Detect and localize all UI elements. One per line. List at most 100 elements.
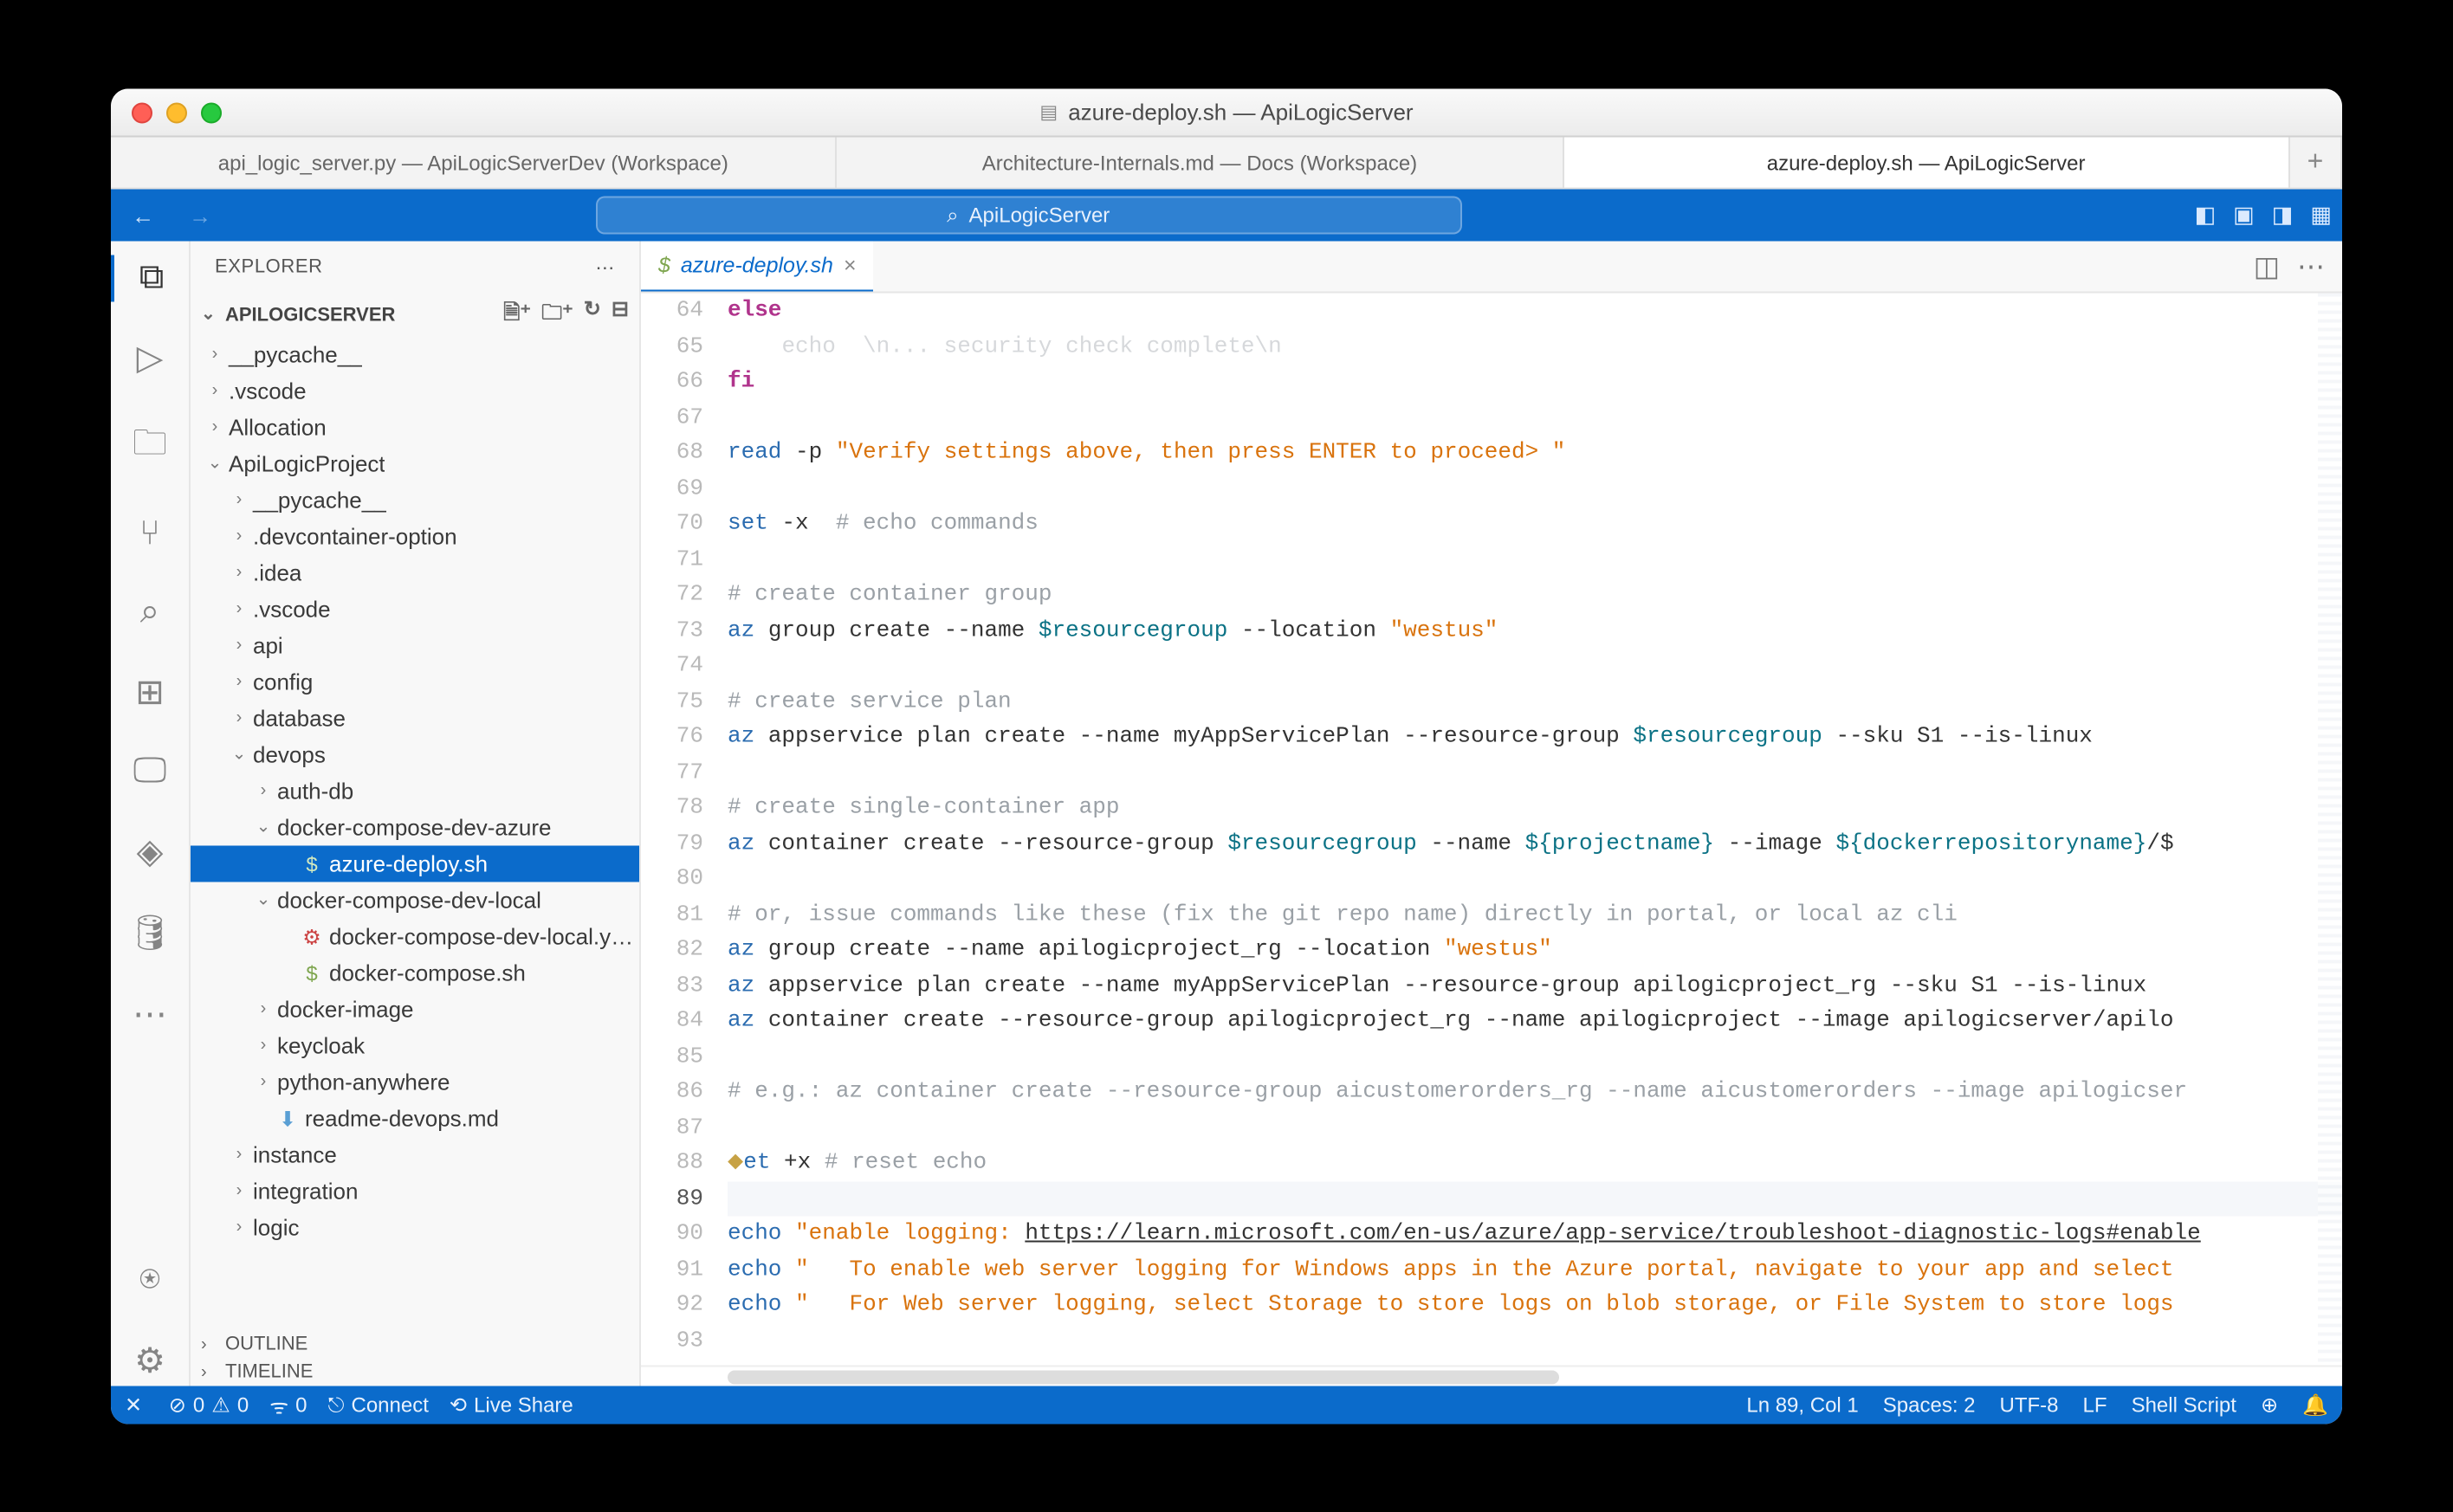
cursor-position[interactable]: Ln 89, Col 1 [1746, 1392, 1858, 1417]
file-tree[interactable]: ›__pycache__›.vscode›Allocation⌄ApiLogic… [191, 336, 639, 1330]
refresh-icon[interactable]: ↻ [584, 296, 601, 333]
sidebar-more-icon[interactable]: ⋯ [595, 255, 615, 278]
workbench: ⧉ ▷ 🗀 ⑂ ⌕ ⊞ 🖵 ◈ 🛢 ⋯ ⍟ ⚙ EXPLORER ⋯ ⌄ API… [111, 241, 2342, 1386]
layout-controls: ◧ ▣ ◨ ▦ [2195, 201, 2332, 229]
tree-item[interactable]: ›api [191, 627, 639, 663]
window-tab-2[interactable]: azure-deploy.sh — ApiLogicServer [1563, 137, 2290, 187]
toggle-secondary-sidebar-icon[interactable]: ◨ [2272, 201, 2294, 229]
connect-button[interactable]: ⎋ Connect [328, 1392, 429, 1418]
remote-indicator[interactable]: ✕ [125, 1392, 148, 1417]
window-title: ▤ azure-deploy.sh — ApiLogicServer [1039, 99, 1413, 125]
window-tab-1[interactable]: Architecture-Internals.md — Docs (Worksp… [838, 137, 1564, 187]
tree-item[interactable]: ⌄ApiLogicProject [191, 445, 639, 481]
encoding[interactable]: UTF-8 [2000, 1392, 2059, 1417]
nav-back[interactable]: ← [121, 202, 165, 228]
database-icon[interactable]: 🛢 [111, 908, 189, 958]
problems-indicator[interactable]: ⊘ 0 ⚠ 0 [169, 1392, 249, 1417]
tree-item[interactable]: $docker-compose.sh [191, 954, 639, 991]
close-window[interactable] [132, 101, 152, 122]
tree-item-label: .idea [249, 559, 301, 585]
tree-item-label: .vscode [249, 596, 331, 622]
window-tabs: api_logic_server.py — ApiLogicServerDev … [111, 137, 2342, 189]
titlebar: ▤ azure-deploy.sh — ApiLogicServer [111, 88, 2342, 137]
tree-item[interactable]: ›database [191, 700, 639, 736]
code-lines[interactable]: else echo \n... security check complete\… [728, 293, 2342, 1365]
tree-item[interactable]: ›.vscode [191, 591, 639, 627]
tree-item[interactable]: ›__pycache__ [191, 481, 639, 518]
extensions-icon[interactable]: ⊞ [111, 667, 189, 717]
feedback-icon[interactable]: ⊕ [2261, 1392, 2278, 1417]
eol[interactable]: LF [2083, 1392, 2107, 1417]
tree-item[interactable]: ›docker-image [191, 991, 639, 1027]
customize-layout-icon[interactable]: ▦ [2310, 201, 2332, 229]
notifications-icon[interactable]: 🔔 [2302, 1392, 2328, 1417]
split-editor-icon[interactable]: ◫ [2254, 249, 2280, 283]
timeline-section[interactable]: ›TIMELINE [191, 1358, 639, 1386]
new-folder-icon[interactable]: 🗀⁺ [541, 296, 573, 333]
remote-explorer-icon[interactable]: 🖵 [111, 748, 189, 795]
tree-item[interactable]: ⌄docker-compose-dev-local [191, 882, 639, 918]
tree-item[interactable]: ⬇readme-devops.md [191, 1100, 639, 1136]
close-tab-icon[interactable]: × [844, 253, 857, 277]
scrollbar-thumb[interactable] [728, 1370, 1559, 1384]
liveshare-button[interactable]: ⟲ Live Share [450, 1392, 573, 1417]
chevron-icon: › [229, 1218, 249, 1237]
tree-item[interactable]: ›config [191, 663, 639, 700]
nav-forward[interactable]: → [178, 202, 222, 228]
chevron-icon: › [229, 708, 249, 727]
project-section-header[interactable]: ⌄ APILOGICSERVER 🗎⁺ 🗀⁺ ↻ ⊟ [191, 293, 639, 336]
line-gutter: 6465666768697071727374757677787980818283… [641, 293, 728, 1365]
minimap[interactable] [2318, 293, 2342, 1365]
new-window-tab[interactable]: + [2290, 137, 2342, 187]
code-editor[interactable]: 6465666768697071727374757677787980818283… [641, 293, 2342, 1365]
tree-item[interactable]: ›integration [191, 1173, 639, 1209]
tree-item-label: docker-compose-dev-azure [274, 814, 551, 840]
run-debug-icon[interactable]: ▷ [111, 333, 189, 383]
tree-item[interactable]: ›logic [191, 1209, 639, 1245]
editor-more-icon[interactable]: ⋯ [2297, 249, 2325, 283]
tree-item-label: docker-compose-dev-local [274, 887, 541, 913]
tree-item[interactable]: ›auth-db [191, 772, 639, 809]
toggle-primary-sidebar-icon[interactable]: ◧ [2195, 201, 2217, 229]
tree-item[interactable]: ›keycloak [191, 1027, 639, 1063]
minimize-window[interactable] [166, 101, 187, 122]
tree-item-selected[interactable]: $azure-deploy.sh [191, 845, 639, 882]
horizontal-scrollbar[interactable] [641, 1365, 2342, 1386]
ports-indicator[interactable]: ᯤ 0 [269, 1390, 307, 1419]
indentation[interactable]: Spaces: 2 [1883, 1392, 1976, 1417]
window-tab-0[interactable]: api_logic_server.py — ApiLogicServerDev … [111, 137, 838, 187]
tree-item-label: Allocation [225, 414, 327, 440]
tree-item[interactable]: ›instance [191, 1136, 639, 1173]
outline-section[interactable]: ›OUTLINE [191, 1330, 639, 1358]
explorer-icon[interactable]: ⧉ [111, 255, 189, 301]
chevron-icon: › [204, 381, 225, 400]
tree-item-label: docker-image [274, 996, 414, 1022]
toggle-panel-icon[interactable]: ▣ [2233, 201, 2255, 229]
chevron-icon: ⌄ [204, 454, 225, 473]
docker-icon[interactable]: ◈ [111, 826, 189, 876]
collapse-all-icon[interactable]: ⊟ [612, 296, 629, 333]
tree-item[interactable]: ⌄docker-compose-dev-azure [191, 809, 639, 845]
language-mode[interactable]: Shell Script [2132, 1392, 2236, 1417]
new-file-icon[interactable]: 🗎⁺ [503, 296, 531, 333]
accounts-icon[interactable]: ⍟ [111, 1257, 189, 1304]
maximize-window[interactable] [201, 101, 222, 122]
command-center[interactable]: ⌕ ApiLogicServer [595, 196, 1461, 234]
activity-bar: ⧉ ▷ 🗀 ⑂ ⌕ ⊞ 🖵 ◈ 🛢 ⋯ ⍟ ⚙ [111, 241, 191, 1386]
tree-item[interactable]: ›.vscode [191, 372, 639, 409]
more-views-icon[interactable]: ⋯ [111, 989, 189, 1039]
settings-icon[interactable]: ⚙ [111, 1335, 189, 1386]
search-view-icon[interactable]: ⌕ [111, 589, 189, 636]
source-control-icon[interactable]: ⑂ [111, 511, 189, 558]
editor-tab-active[interactable]: $ azure-deploy.sh × [641, 241, 874, 291]
chevron-icon: › [204, 345, 225, 364]
folder-icon[interactable]: 🗀 [111, 414, 189, 480]
tree-item[interactable]: ⌄devops [191, 736, 639, 772]
tree-item[interactable]: ›Allocation [191, 409, 639, 445]
tree-item[interactable]: ›__pycache__ [191, 336, 639, 372]
tree-item[interactable]: ⚙docker-compose-dev-local.y… [191, 918, 639, 954]
tree-item[interactable]: ›python-anywhere [191, 1063, 639, 1100]
tree-item[interactable]: ›.idea [191, 554, 639, 591]
tree-item[interactable]: ›.devcontainer-option [191, 518, 639, 554]
file-type-icon: $ [298, 960, 326, 985]
